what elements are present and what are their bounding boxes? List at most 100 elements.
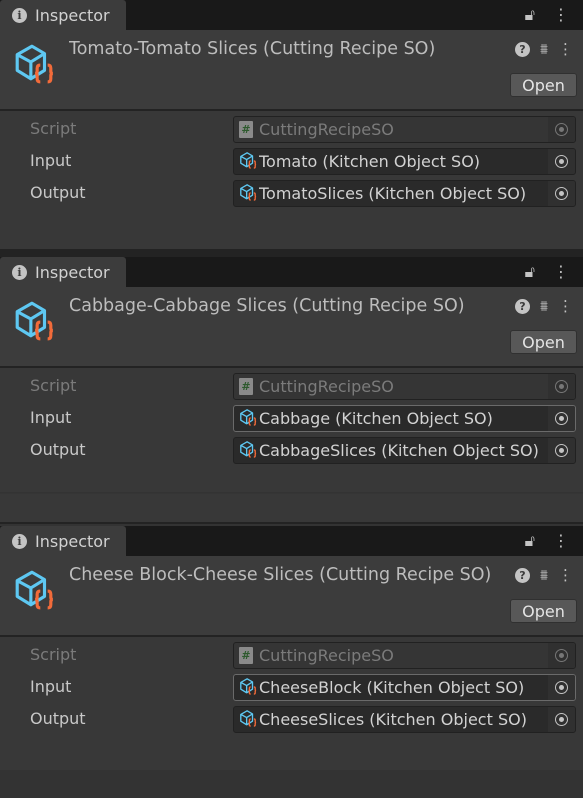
scriptable-object-icon	[239, 709, 257, 731]
target-icon	[555, 681, 568, 694]
field-value: CuttingRecipeSO	[259, 120, 394, 139]
tab-label: Inspector	[35, 531, 110, 551]
object-picker-button[interactable]	[548, 707, 575, 732]
property-label: Script	[30, 645, 77, 664]
object-field[interactable]: CheeseSlices (Kitchen Object SO)	[233, 706, 576, 733]
tab-bar: i Inspector 🔓︎ ⋮	[0, 257, 583, 287]
field-value: CuttingRecipeSO	[259, 377, 394, 396]
field-value: CheeseSlices (Kitchen Object SO)	[259, 710, 527, 729]
lock-icon[interactable]: 🔓︎	[525, 531, 535, 551]
object-picker-button[interactable]	[548, 675, 575, 700]
info-icon: i	[12, 533, 27, 549]
kebab-menu-icon[interactable]: ⋮	[553, 531, 569, 551]
property-label: Output	[30, 440, 86, 459]
property-label: Script	[30, 119, 77, 138]
scriptable-object-icon	[239, 677, 257, 699]
inspector-header: Cheese Block-Cheese Slices (Cutting Reci…	[0, 556, 583, 637]
target-icon	[555, 155, 568, 168]
object-field[interactable]: Cabbage (Kitchen Object SO)	[233, 405, 576, 432]
tab-bar: i Inspector 🔓︎ ⋮	[0, 0, 583, 30]
object-field[interactable]: CabbageSlices (Kitchen Object SO)	[233, 437, 576, 464]
scriptable-object-icon	[13, 568, 55, 614]
property-label: Input	[30, 151, 72, 170]
scriptable-object-icon	[239, 151, 257, 173]
object-field[interactable]: TomatoSlices (Kitchen Object SO)	[233, 180, 576, 207]
inspector-header: Cabbage-Cabbage Slices (Cutting Recipe S…	[0, 287, 583, 368]
inspector-panel: i Inspector 🔓︎ ⋮ Cheese Block-Cheese Slice…	[0, 526, 583, 770]
object-picker-button[interactable]	[548, 406, 575, 431]
tab-label: Inspector	[35, 262, 110, 282]
property-row: Output TomatoSlices (Kitchen Object SO)	[0, 180, 583, 208]
property-row: Output CabbageSlices (Kitchen Object SO)	[0, 437, 583, 465]
inspector-panel: i Inspector 🔓︎ ⋮ Tomato-Tomato Slices (Cut…	[0, 0, 583, 249]
target-icon	[555, 444, 568, 457]
inspector-body: Script # CuttingRecipeSO Input Tomato (K…	[0, 111, 583, 249]
kebab-menu-icon[interactable]: ⋮	[553, 262, 569, 282]
scriptable-object-icon	[239, 408, 257, 430]
object-title: Cabbage-Cabbage Slices (Cutting Recipe S…	[69, 296, 465, 316]
info-icon: i	[12, 264, 27, 280]
object-field: # CuttingRecipeSO	[233, 373, 576, 400]
object-title: Tomato-Tomato Slices (Cutting Recipe SO)	[69, 39, 436, 59]
script-icon: #	[239, 647, 253, 664]
tab-label: Inspector	[35, 5, 110, 25]
property-label: Output	[30, 709, 86, 728]
object-picker-button	[548, 117, 575, 142]
object-field: # CuttingRecipeSO	[233, 642, 576, 669]
field-value: TomatoSlices (Kitchen Object SO)	[259, 184, 527, 203]
kebab-menu-icon[interactable]: ⋮	[553, 5, 569, 25]
help-icon[interactable]: ?	[514, 298, 530, 314]
tab-bar: i Inspector 🔓︎ ⋮	[0, 526, 583, 556]
inspector-header: Tomato-Tomato Slices (Cutting Recipe SO)…	[0, 30, 583, 111]
help-icon[interactable]: ?	[514, 41, 530, 57]
object-picker-button[interactable]	[548, 181, 575, 206]
field-value: CuttingRecipeSO	[259, 646, 394, 665]
property-row: Output CheeseSlices (Kitchen Object SO)	[0, 706, 583, 734]
kebab-menu-icon[interactable]: ⋮	[558, 40, 573, 58]
help-icon[interactable]: ?	[514, 567, 530, 583]
open-button[interactable]: Open	[510, 330, 577, 354]
lock-icon[interactable]: 🔓︎	[525, 5, 535, 25]
kebab-menu-icon[interactable]: ⋮	[558, 297, 573, 315]
object-field: # CuttingRecipeSO	[233, 116, 576, 143]
inspector-panel: i Inspector 🔓︎ ⋮ Cabbage-Cabbage Slices (C…	[0, 257, 583, 492]
kebab-menu-icon[interactable]: ⋮	[558, 566, 573, 584]
object-picker-button	[548, 374, 575, 399]
tab-inspector[interactable]: i Inspector	[0, 0, 126, 30]
presets-icon[interactable]: ⩩	[540, 297, 548, 315]
property-row: Input Tomato (Kitchen Object SO)	[0, 148, 583, 176]
inspector-body: Script # CuttingRecipeSO Input CheeseBlo…	[0, 637, 583, 770]
inspector-body: Script # CuttingRecipeSO Input Cabbage (…	[0, 368, 583, 492]
presets-icon[interactable]: ⩩	[540, 566, 548, 584]
target-icon	[555, 123, 568, 136]
property-row: Script # CuttingRecipeSO	[0, 373, 583, 401]
info-icon: i	[12, 7, 27, 23]
object-picker-button	[548, 643, 575, 668]
target-icon	[555, 412, 568, 425]
presets-icon[interactable]: ⩩	[540, 40, 548, 58]
divider	[0, 249, 583, 257]
scriptable-object-icon	[13, 299, 55, 345]
object-picker-button[interactable]	[548, 149, 575, 174]
property-row: Input Cabbage (Kitchen Object SO)	[0, 405, 583, 433]
target-icon	[555, 187, 568, 200]
tab-inspector[interactable]: i Inspector	[0, 257, 126, 287]
object-title: Cheese Block-Cheese Slices (Cutting Reci…	[69, 565, 492, 585]
lock-icon[interactable]: 🔓︎	[525, 262, 535, 282]
property-label: Script	[30, 376, 77, 395]
open-button[interactable]: Open	[510, 73, 577, 97]
scriptable-object-icon	[13, 42, 55, 88]
property-label: Input	[30, 677, 72, 696]
open-button[interactable]: Open	[510, 599, 577, 623]
target-icon	[555, 649, 568, 662]
target-icon	[555, 380, 568, 393]
field-value: Tomato (Kitchen Object SO)	[259, 152, 481, 171]
script-icon: #	[239, 378, 253, 395]
property-label: Output	[30, 183, 86, 202]
divider	[0, 493, 583, 524]
object-picker-button[interactable]	[548, 438, 575, 463]
scriptable-object-icon	[239, 440, 257, 462]
tab-inspector[interactable]: i Inspector	[0, 526, 126, 556]
object-field[interactable]: Tomato (Kitchen Object SO)	[233, 148, 576, 175]
object-field[interactable]: CheeseBlock (Kitchen Object SO)	[233, 674, 576, 701]
